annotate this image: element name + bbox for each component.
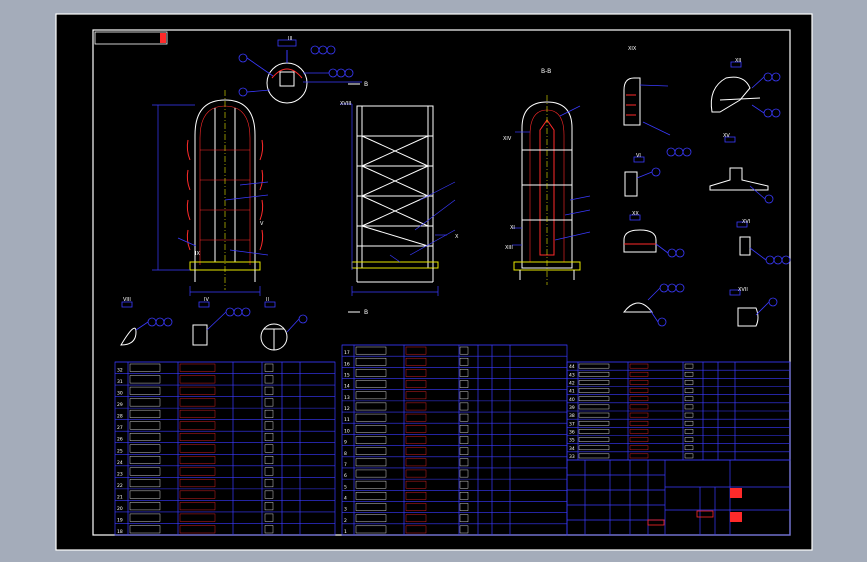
- table-row-number: 31: [117, 379, 123, 385]
- view-label: VIII: [123, 297, 131, 303]
- view-label: XII: [735, 58, 741, 64]
- table-row-number: 35: [569, 438, 575, 444]
- view-label: X: [455, 234, 459, 240]
- b-cut-label-top: B: [364, 81, 368, 88]
- table-row-number: 7: [344, 462, 347, 468]
- view-label: XVI: [742, 219, 750, 225]
- table-row-number: 36: [569, 430, 575, 436]
- table-row-number: 16: [344, 361, 350, 367]
- table-row-number: 5: [344, 484, 347, 490]
- view-label: XVIII: [340, 101, 351, 107]
- cad-drawing-canvas: B B B-B 323130292827262524232221201918 1…: [0, 0, 867, 562]
- table-row-number: 29: [117, 402, 123, 408]
- table-row-number: 23: [117, 471, 123, 477]
- table-row-number: 38: [569, 413, 575, 419]
- view-label: II: [266, 297, 269, 303]
- table-row-number: 39: [569, 405, 575, 411]
- view-label: XIII: [505, 245, 513, 251]
- view-label: XIX: [628, 46, 637, 52]
- table-row-number: 18: [117, 529, 123, 535]
- table-row-number: 28: [117, 414, 123, 420]
- table-row-number: 26: [117, 437, 123, 443]
- table-row-number: 17: [344, 350, 350, 356]
- view-label: XVII: [738, 287, 748, 293]
- table-row-number: 6: [344, 473, 347, 479]
- table-row-number: 8: [344, 451, 347, 457]
- table-row-number: 32: [117, 368, 123, 374]
- view-label: XV: [723, 133, 730, 139]
- view-label: XX: [632, 211, 639, 217]
- table-row-number: 34: [569, 446, 575, 452]
- table-row-number: 30: [117, 391, 123, 397]
- table-row-number: 9: [344, 440, 347, 446]
- view-label: III: [288, 36, 292, 42]
- table-row-number: 21: [117, 494, 123, 500]
- table-row-number: 11: [344, 417, 350, 423]
- table-row-number: 44: [569, 364, 575, 370]
- table-row-number: 19: [117, 517, 123, 523]
- table-row-number: 4: [344, 495, 347, 501]
- table-row-number: 10: [344, 428, 350, 434]
- table-row-number: 15: [344, 373, 350, 379]
- view-label: IX: [195, 251, 200, 257]
- drawing-background: [55, 13, 813, 551]
- table-row-number: 27: [117, 425, 123, 431]
- table-row-number: 12: [344, 406, 350, 412]
- view-label: V: [260, 221, 264, 227]
- table-row-number: 43: [569, 372, 575, 378]
- table-row-number: 42: [569, 381, 575, 387]
- table-row-number: 13: [344, 395, 350, 401]
- view-label: IV: [204, 297, 209, 303]
- table-row-number: 40: [569, 397, 575, 403]
- b-cut-label-bottom: B: [364, 309, 368, 316]
- view-label: XIV: [503, 136, 512, 142]
- table-row-number: 20: [117, 506, 123, 512]
- table-row-number: 22: [117, 483, 123, 489]
- table-row-number: 24: [117, 460, 123, 466]
- table-row-number: 3: [344, 507, 347, 513]
- table-row-number: 25: [117, 448, 123, 454]
- table-row-number: 41: [569, 389, 575, 395]
- section-b-b-label: B-B: [541, 68, 551, 75]
- view-label: VI: [636, 153, 641, 159]
- view-label: XI: [510, 225, 515, 231]
- table-row-number: 1: [344, 529, 347, 535]
- table-row-number: 2: [344, 518, 347, 524]
- table-row-number: 14: [344, 384, 350, 390]
- table-row-number: 33: [569, 454, 575, 460]
- table-row-number: 37: [569, 421, 575, 427]
